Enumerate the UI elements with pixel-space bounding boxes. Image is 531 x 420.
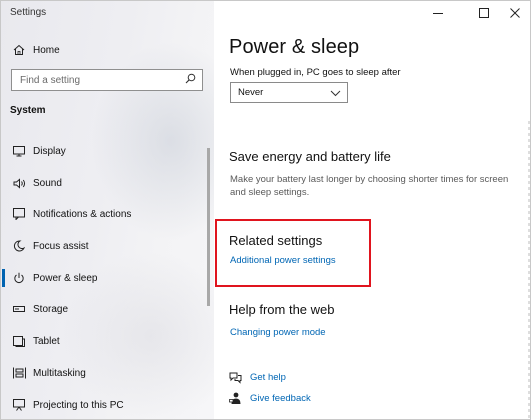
- changing-power-mode-link[interactable]: Changing power mode: [230, 327, 326, 338]
- home-icon: [11, 44, 27, 56]
- save-energy-heading: Save energy and battery life: [229, 149, 391, 164]
- window-title: Settings: [10, 7, 47, 18]
- power-icon: [11, 272, 27, 284]
- search-icon[interactable]: [185, 71, 196, 89]
- section-heading-system: System: [10, 105, 46, 116]
- sidebar-item-tablet[interactable]: Tablet: [1, 328, 209, 354]
- notification-icon: [11, 208, 27, 220]
- settings-window: Settings Home Find a setting System Disp…: [0, 0, 531, 420]
- sidebar-item-projecting[interactable]: Projecting to this PC: [1, 392, 209, 418]
- main-content: Power & sleep When plugged in, PC goes t…: [214, 1, 530, 420]
- active-indicator: [2, 269, 5, 287]
- get-help-icon: [228, 370, 242, 384]
- sidebar-item-notifications[interactable]: Notifications & actions: [1, 201, 209, 227]
- display-icon: [11, 145, 27, 157]
- sidebar-item-power-sleep[interactable]: Power & sleep: [1, 265, 209, 291]
- sidebar-scrollbar[interactable]: [207, 148, 210, 306]
- sidebar-item-label: Sound: [33, 177, 62, 189]
- highlight-box: [215, 219, 371, 287]
- sleep-dropdown[interactable]: Never: [230, 82, 348, 103]
- speaker-icon: [11, 177, 27, 189]
- search-placeholder: Find a setting: [20, 74, 81, 86]
- chevron-down-icon: [330, 84, 341, 102]
- multitasking-icon: [11, 367, 27, 379]
- sidebar-item-storage[interactable]: Storage: [1, 296, 209, 322]
- sidebar-item-focus-assist[interactable]: Focus assist: [1, 233, 209, 259]
- get-help-link[interactable]: Get help: [250, 372, 286, 383]
- give-feedback-link[interactable]: Give feedback: [250, 393, 311, 404]
- tablet-icon: [11, 335, 27, 347]
- sidebar: Settings Home Find a setting System Disp…: [1, 1, 214, 419]
- save-energy-description: Make your battery last longer by choosin…: [230, 174, 509, 198]
- home-label: Home: [33, 44, 60, 56]
- sidebar-item-label: Tablet: [33, 335, 60, 347]
- sidebar-item-label: Multitasking: [33, 367, 86, 379]
- sidebar-item-label: Notifications & actions: [33, 208, 132, 220]
- page-title: Power & sleep: [229, 36, 360, 58]
- sidebar-item-label: Power & sleep: [33, 272, 98, 284]
- sidebar-item-label: Display: [33, 145, 66, 157]
- sidebar-item-multitasking[interactable]: Multitasking: [1, 360, 209, 386]
- help-heading: Help from the web: [229, 302, 335, 317]
- sidebar-item-home[interactable]: Home: [1, 37, 209, 63]
- sidebar-item-label: Projecting to this PC: [33, 399, 124, 411]
- moon-icon: [11, 240, 27, 252]
- main-scrollbar[interactable]: [528, 121, 530, 420]
- sidebar-item-label: Focus assist: [33, 240, 89, 252]
- search-input[interactable]: Find a setting: [11, 69, 203, 91]
- sidebar-item-sound[interactable]: Sound: [1, 170, 209, 196]
- sleep-label: When plugged in, PC goes to sleep after: [230, 67, 401, 78]
- give-feedback-icon: [228, 391, 242, 405]
- dropdown-value: Never: [238, 87, 264, 98]
- projector-icon: [11, 399, 27, 411]
- sidebar-item-label: Storage: [33, 303, 69, 315]
- sidebar-item-display[interactable]: Display: [1, 138, 209, 164]
- storage-icon: [11, 305, 27, 313]
